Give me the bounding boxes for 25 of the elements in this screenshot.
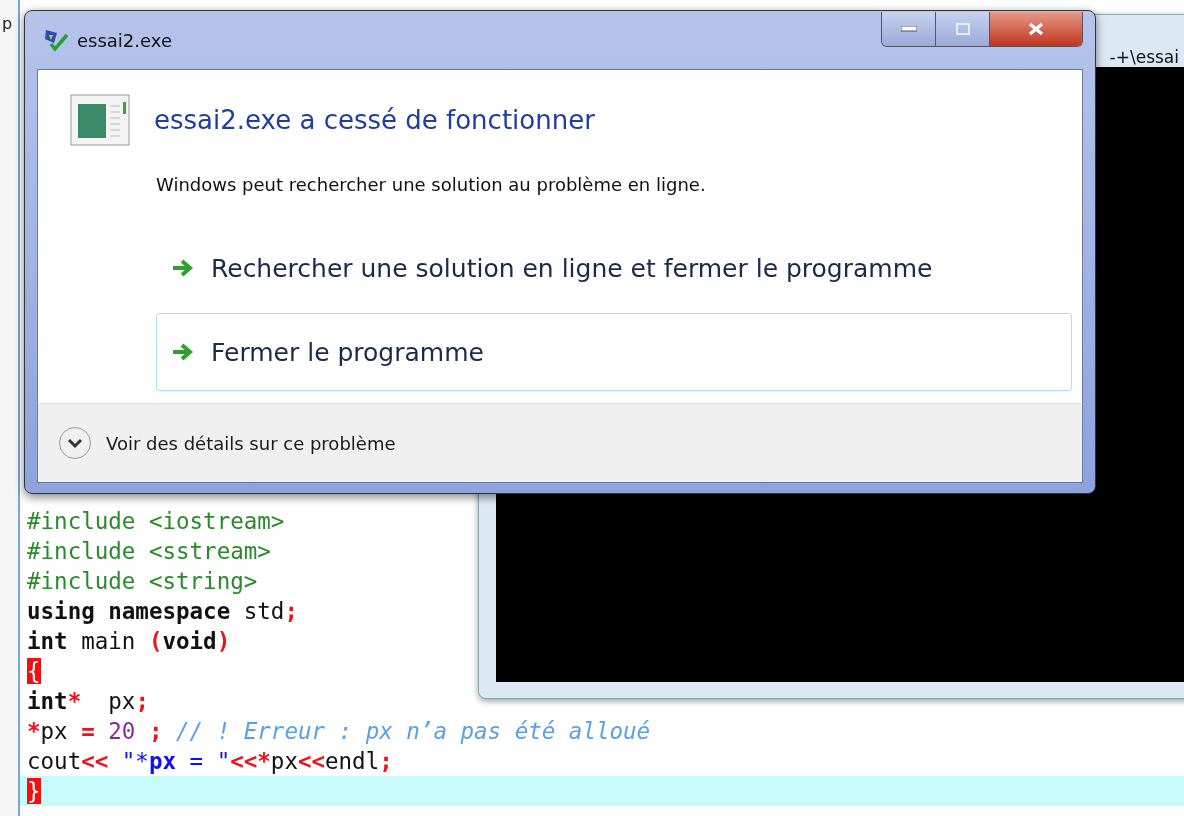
console-title: -+\essai <box>1109 47 1179 67</box>
code-line: using namespace std; <box>26 597 298 626</box>
code-line: #include <iostream> <box>26 507 285 536</box>
window-title: essai2.exe <box>77 29 172 51</box>
close-icon <box>1027 22 1045 36</box>
code-line: *px = 20 ; // ! Erreur : px n’a pas été alloué <box>26 717 651 746</box>
arrow-right-icon <box>171 258 195 278</box>
code-line: #include <sstream> <box>26 537 271 566</box>
chevron-down-icon <box>58 426 92 460</box>
code-line: #include <string> <box>26 567 258 596</box>
details-toggle[interactable]: Voir des détails sur ce problème <box>58 426 396 460</box>
code-line: int main (void) <box>26 627 231 656</box>
minimize-button[interactable] <box>882 12 936 46</box>
shield-check-icon <box>43 27 69 53</box>
error-heading: essai2.exe a cessé de fonctionner <box>154 105 595 135</box>
code-line: int* px; <box>26 687 150 716</box>
minimize-icon <box>900 26 917 32</box>
close-button[interactable] <box>990 12 1082 46</box>
error-message: Windows peut rechercher une solution au problème en ligne. <box>156 174 707 195</box>
command-link[interactable]: Fermer le programme <box>156 313 1072 391</box>
program-window-icon <box>70 94 130 146</box>
code-line: cout<< "*px = "<<*px<<endl; <box>26 747 393 776</box>
maximize-icon <box>955 23 970 35</box>
window-text-fragment: p <box>2 14 13 33</box>
arrow-right-icon <box>171 342 195 362</box>
